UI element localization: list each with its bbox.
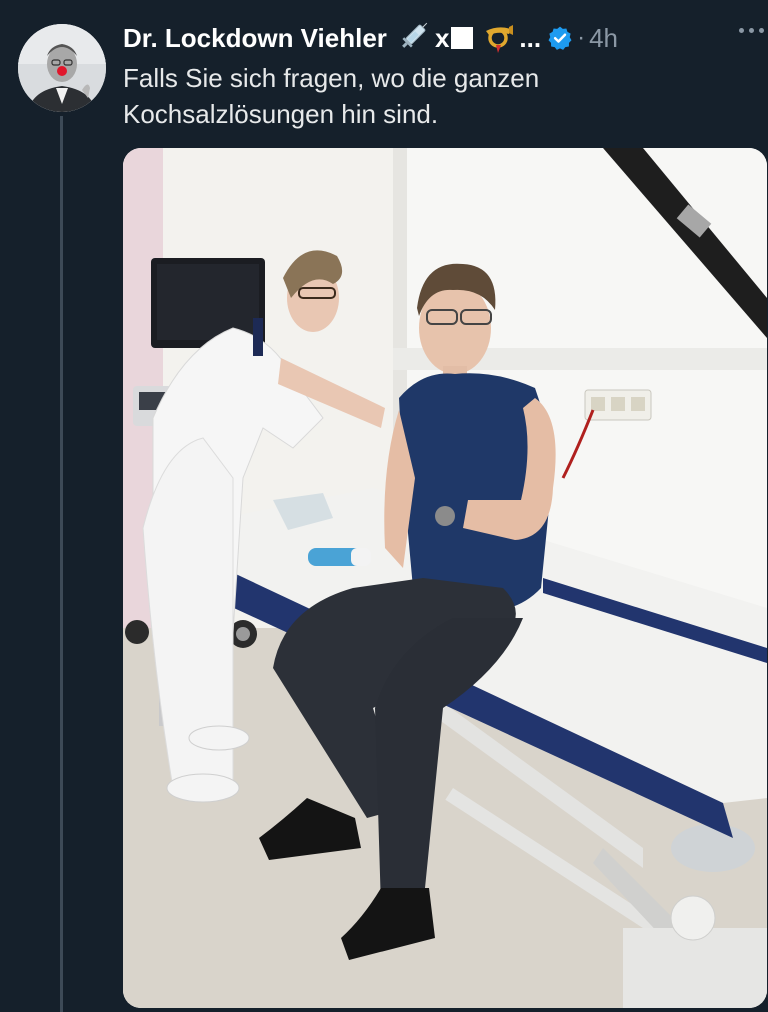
avatar-image [18,24,106,112]
verified-badge-icon [547,25,573,51]
tweet-text-line: Falls Sie sich fragen, wo die ganzen [123,63,540,93]
tweet-header: Dr. Lockdown Viehler x ... · 4h [123,18,618,58]
timestamp[interactable]: 4h [589,23,618,54]
more-dot [749,28,754,33]
postal-horn-icon [481,21,515,55]
more-dot [739,28,744,33]
tweet-text: Falls Sie sich fragen, wo die ganzen Koc… [123,60,723,132]
name-suffix: x [434,22,450,53]
syringe-icon [395,21,429,55]
tweet-photo[interactable] [123,148,767,1008]
display-name[interactable]: Dr. Lockdown Viehler [123,23,387,54]
separator-dot: · [577,24,586,51]
flag-icon [451,27,474,49]
more-dot [759,28,764,33]
more-options-icon[interactable] [739,28,764,33]
profile-avatar[interactable] [18,24,106,112]
clinic-photo [123,148,767,1008]
tweet[interactable]: Dr. Lockdown Viehler x ... · 4h Falls Si… [0,0,768,1012]
name-ellipsis: ... [519,22,542,53]
thread-line [60,116,63,1012]
tweet-text-line: Kochsalzlösungen hin sind. [123,99,439,129]
